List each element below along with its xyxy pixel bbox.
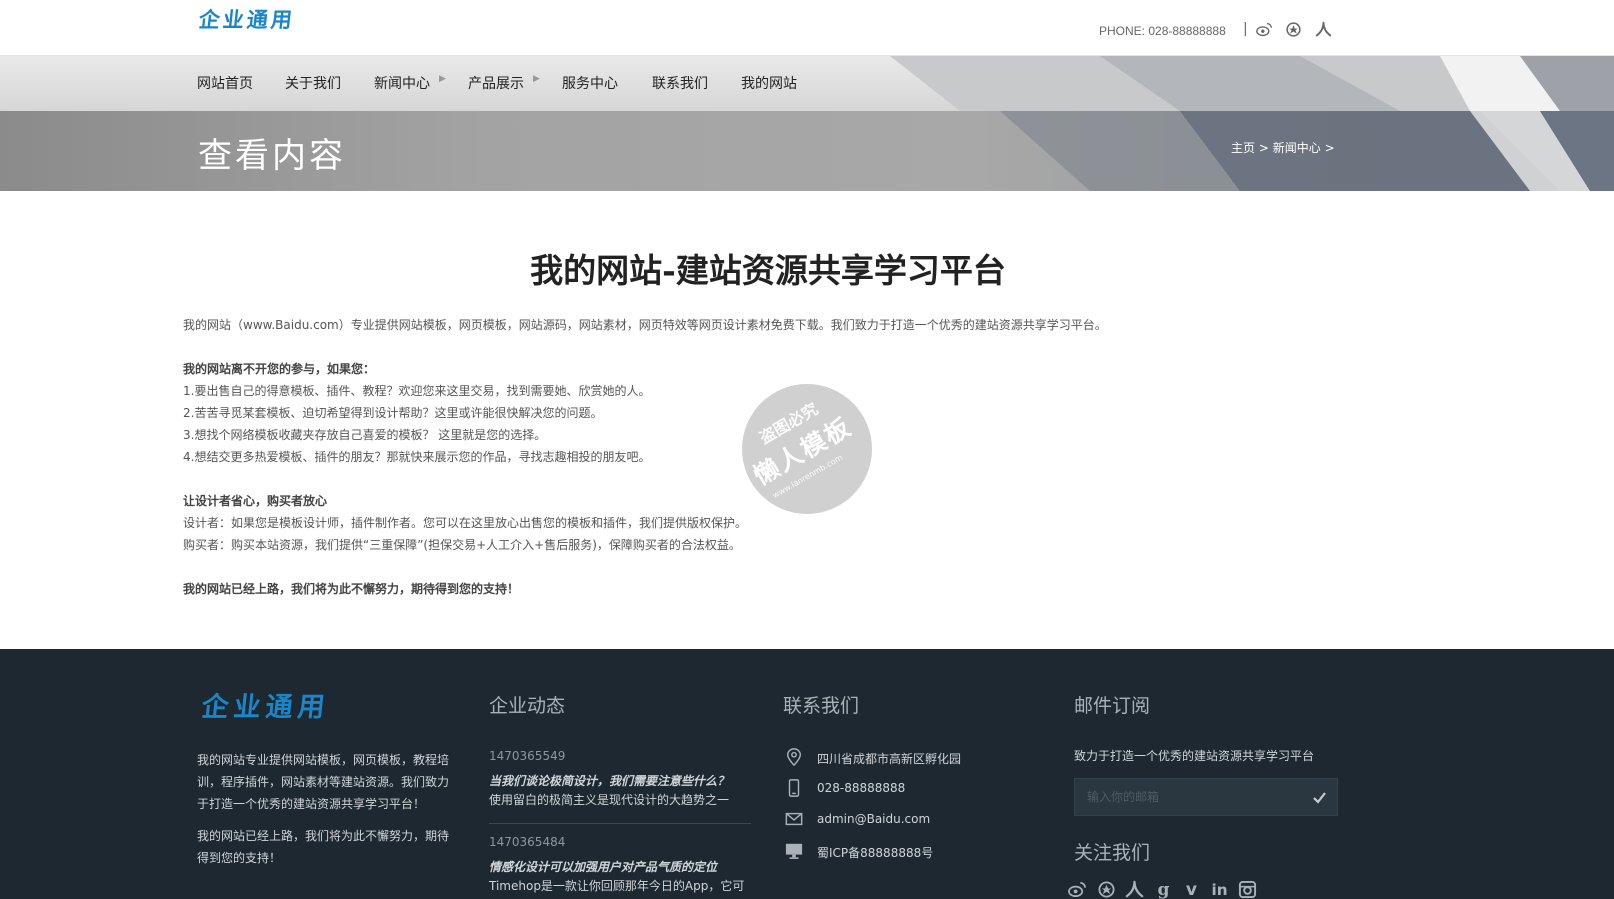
nav-item-products[interactable]: 产品展示 [468,73,524,93]
svg-text:in: in [1211,881,1227,899]
footer-follow-heading: 关注我们 [1074,842,1151,864]
footer-about-line: 得到您的支持！ [197,851,282,865]
article-section-heading: 我的网站离不开您的参与，如果您： [183,362,376,376]
news-title-link[interactable]: 情感化设计可以加强用户对产品气质的定位 [489,858,717,875]
article-list-item: 1.要出售自己的得意模板、插件、教程？欢迎您来这里交易，找到需要她、欣赏她的人。 [183,384,651,398]
weibo-icon[interactable] [1068,880,1087,899]
breadcrumb-separator: > [1324,141,1335,155]
nav-item-home[interactable]: 网站首页 [197,73,253,93]
nav-item-contact[interactable]: 联系我们 [652,73,708,93]
google-icon[interactable]: g [1154,880,1173,899]
checkmark-icon[interactable] [1301,779,1337,815]
contact-phone: 028-88888888 [817,781,906,795]
footer-about-line: 我的网站已经上路，我们将为此不懈努力，期待 [197,829,450,843]
renren-icon[interactable] [1315,21,1332,38]
article-closing: 我的网站已经上路，我们将为此不懈努力，期待得到您的支持！ [183,582,520,596]
contact-icp: 蜀ICP备88888888号 [817,846,934,860]
subscribe-description: 致力于打造一个优秀的建站资源共享学习平台 [1074,749,1315,763]
watermark-stamp: 盗图必究 懒人模板 www.lanrenmb.com [742,384,872,514]
article-title: 我的网站-建站资源共享学习平台 [530,251,1006,290]
header-separator: | [1243,21,1248,37]
footer-about: 我的网站专业提供网站模板，网页模板，教程培 训，程序插件，网站素材等建站资源。我… [197,749,457,815]
paragraph-spacer [183,336,1343,358]
breadcrumb: 主页 > 新闻中心 > [1231,139,1335,156]
footer-about-line: 我的网站专业提供网站模板，网页模板，教程培 [197,753,450,767]
breadcrumb-separator: > [1258,141,1269,155]
article-list-item: 设计者：如果您是模板设计师，插件制作者。您可以在这里放心出售您的模板和插件，我们… [183,516,748,530]
nav-item-about[interactable]: 关于我们 [285,73,341,93]
contact-address: 四川省成都市高新区孵化园 [817,752,962,766]
page-banner: 查看内容 主页 > 新闻中心 > [0,111,1614,191]
envelope-icon [785,812,803,826]
footer-subscribe-heading: 邮件订阅 [1074,695,1151,717]
footer-news-heading: 企业动态 [489,695,566,717]
breadcrumb-home-link[interactable]: 主页 [1231,141,1255,155]
chevron-right-icon: ▶ [533,74,540,84]
nav-item-my-site[interactable]: 我的网站 [741,73,797,93]
renren-icon[interactable] [1125,880,1144,899]
qzone-icon[interactable] [1097,880,1116,899]
news-date: 1470365549 [489,749,566,763]
linkedin-icon[interactable]: in [1210,880,1229,899]
instagram-icon[interactable] [1238,880,1257,899]
svg-text:g: g [1158,880,1170,899]
contact-email[interactable]: admin@Baidu.com [817,812,930,826]
qzone-icon[interactable] [1285,21,1302,38]
news-excerpt: Timehop是一款让你回顾那年今日的App，它可 [489,879,745,893]
breadcrumb-news-link[interactable]: 新闻中心 [1273,141,1321,155]
top-header: 企业通用 PHONE: 028-88888888 | [0,0,1614,56]
news-divider [489,823,751,824]
footer-about-line: 训，程序插件，网站素材等建站资源。我们致力 [197,775,450,789]
svg-text:v: v [1186,880,1197,899]
location-pin-icon [786,748,802,766]
header-phone: PHONE: 028-88888888 [1099,24,1226,38]
news-title-link[interactable]: 当我们谈论极简设计，我们需要注意些什么？ [489,772,729,789]
vimeo-icon[interactable]: v [1182,880,1201,899]
news-date: 1470365484 [489,835,566,849]
mobile-phone-icon [788,779,800,797]
news-excerpt: 使用留白的极简主义是现代设计的大趋势之一 [489,793,730,807]
site-logo[interactable]: 企业通用 [197,4,297,34]
footer-contact-heading: 联系我们 [783,695,860,717]
main-nav: 网站首页 关于我们 新闻中心 ▶ 产品展示 ▶ 服务中心 联系我们 我的网站 [0,56,1614,111]
email-input[interactable] [1075,779,1295,815]
paragraph-spacer [183,556,1343,578]
chevron-right-icon: ▶ [439,74,446,84]
monitor-icon [785,843,803,859]
article-list-item: 购买者：购买本站资源，我们提供“三重保障”(担保交易+人工介入+售后服务)，保障… [183,538,741,552]
weibo-icon[interactable] [1256,21,1273,38]
nav-item-service[interactable]: 服务中心 [562,73,618,93]
subscribe-form [1074,778,1338,816]
footer-about-line: 于打造一个优秀的建站资源共享学习平台！ [197,797,426,811]
page-title: 查看内容 [198,136,346,176]
footer-about-2: 我的网站已经上路，我们将为此不懈努力，期待 得到您的支持！ [197,825,457,869]
site-footer: 企业通用 我的网站专业提供网站模板，网页模板，教程培 训，程序插件，网站素材等建… [0,649,1614,899]
footer-logo[interactable]: 企业通用 [200,685,332,724]
nav-item-news[interactable]: 新闻中心 [374,73,430,93]
article-intro: 我的网站（www.Baidu.com）专业提供网站模板，网页模板，网站源码，网站… [183,318,1107,332]
